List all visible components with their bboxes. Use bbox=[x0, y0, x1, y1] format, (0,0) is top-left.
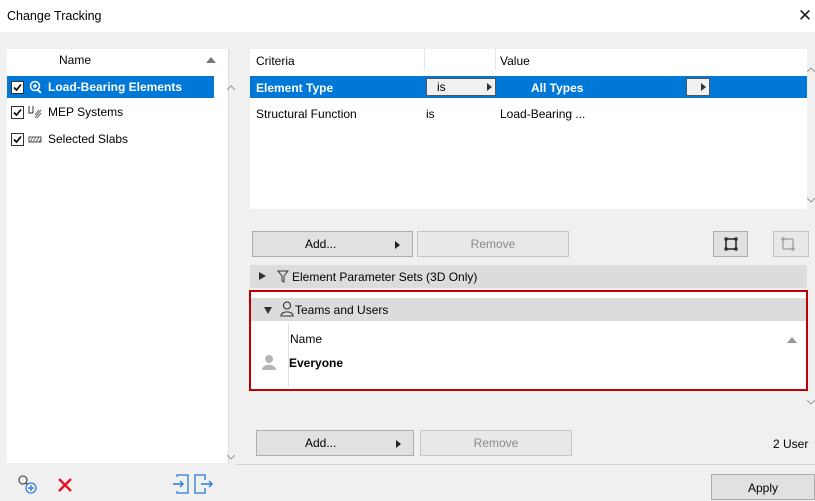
dropdown-arrow-icon bbox=[487, 83, 492, 91]
column-divider bbox=[424, 49, 425, 70]
checkbox[interactable] bbox=[11, 133, 24, 146]
value-column-header[interactable]: Value bbox=[500, 54, 530, 68]
button-label: Remove bbox=[473, 436, 519, 450]
selection-mode-alt-button[interactable] bbox=[773, 231, 809, 257]
selection-frame-icon bbox=[724, 237, 738, 251]
remove-criteria-button[interactable]: Remove bbox=[417, 231, 569, 257]
checkbox[interactable] bbox=[11, 106, 24, 119]
button-label: Remove bbox=[470, 237, 516, 251]
operator-dropdown[interactable]: is bbox=[426, 78, 496, 96]
scroll-down-icon[interactable] bbox=[807, 196, 815, 204]
mep-icon bbox=[28, 106, 42, 119]
section-title: Teams and Users bbox=[295, 303, 389, 317]
button-label: Add... bbox=[305, 436, 337, 450]
value-cell: All Types bbox=[531, 81, 584, 95]
scroll-up-icon[interactable] bbox=[227, 84, 235, 92]
value-dropdown-button[interactable] bbox=[686, 78, 710, 96]
user-avatar-icon bbox=[262, 355, 276, 370]
user-row[interactable]: Everyone bbox=[251, 352, 806, 372]
scroll-down-icon[interactable] bbox=[227, 453, 235, 461]
apply-button[interactable]: Apply bbox=[711, 474, 815, 500]
criteria-column-header[interactable]: Criteria bbox=[256, 54, 295, 68]
teams-users-panel: Teams and Users Name Everyone bbox=[249, 290, 808, 391]
add-criteria-button[interactable]: Add... bbox=[252, 231, 413, 257]
criteria-cell: Structural Function bbox=[256, 107, 357, 121]
list-item-load-bearing[interactable]: Load-Bearing Elements bbox=[7, 76, 214, 98]
expand-arrow-icon bbox=[259, 272, 266, 280]
section-title: Element Parameter Sets (3D Only) bbox=[292, 270, 478, 284]
scroll-down-icon[interactable] bbox=[807, 398, 815, 406]
export-icon[interactable] bbox=[193, 474, 213, 494]
button-label: Add... bbox=[305, 237, 337, 251]
sort-up-icon bbox=[787, 337, 797, 343]
criteria-table: Criteria Value Element Type is All Types… bbox=[250, 49, 807, 209]
operator-value: is bbox=[437, 80, 446, 94]
list-header[interactable]: Name bbox=[7, 49, 228, 70]
column-divider bbox=[495, 49, 496, 70]
add-set-icon[interactable] bbox=[16, 474, 38, 494]
value-cell: Load-Bearing ... bbox=[500, 107, 586, 121]
list-item-mep[interactable]: MEP Systems bbox=[7, 101, 214, 123]
name-column-header[interactable]: Name bbox=[59, 53, 91, 67]
list-item-label: MEP Systems bbox=[48, 105, 124, 119]
dropdown-arrow-icon bbox=[395, 241, 400, 249]
parameter-sets-section-header[interactable]: Element Parameter Sets (3D Only) bbox=[250, 265, 807, 288]
load-bearing-icon bbox=[29, 80, 42, 94]
dropdown-arrow-icon bbox=[396, 440, 401, 448]
remove-user-button[interactable]: Remove bbox=[420, 430, 572, 456]
user-icon bbox=[280, 301, 294, 317]
user-name: Everyone bbox=[289, 356, 344, 370]
divider bbox=[236, 464, 815, 465]
sort-up-icon bbox=[206, 57, 216, 63]
list-item-slabs[interactable]: Selected Slabs bbox=[7, 128, 214, 150]
dropdown-arrow-icon bbox=[701, 83, 706, 91]
import-icon[interactable] bbox=[172, 474, 190, 494]
scroll-up-icon[interactable] bbox=[807, 66, 815, 74]
checkbox[interactable] bbox=[11, 81, 24, 94]
select-mode-button[interactable] bbox=[713, 231, 748, 257]
slab-icon bbox=[28, 136, 42, 143]
criteria-cell: Element Type bbox=[256, 81, 334, 95]
list-item-label: Selected Slabs bbox=[48, 132, 129, 146]
close-icon[interactable]: ✕ bbox=[795, 6, 815, 26]
user-count: 2 User bbox=[773, 437, 809, 451]
operator-value: is bbox=[426, 107, 435, 121]
collapse-arrow-icon bbox=[264, 307, 272, 314]
button-label: Apply bbox=[747, 481, 779, 495]
filter-icon bbox=[277, 270, 289, 283]
add-user-button[interactable]: Add... bbox=[256, 430, 414, 456]
title-bar: Change Tracking ✕ bbox=[0, 0, 815, 32]
criteria-row[interactable]: Element Type is All Types bbox=[250, 76, 807, 98]
selection-frame-icon bbox=[781, 237, 795, 251]
name-column-header[interactable]: Name bbox=[290, 332, 322, 346]
delete-icon[interactable] bbox=[57, 477, 73, 493]
window-title: Change Tracking bbox=[7, 9, 102, 23]
criteria-row[interactable]: Structural Function is Load-Bearing ... bbox=[250, 102, 807, 124]
teams-users-section-header[interactable]: Teams and Users bbox=[251, 298, 806, 321]
list-item-label: Load-Bearing Elements bbox=[48, 80, 183, 94]
